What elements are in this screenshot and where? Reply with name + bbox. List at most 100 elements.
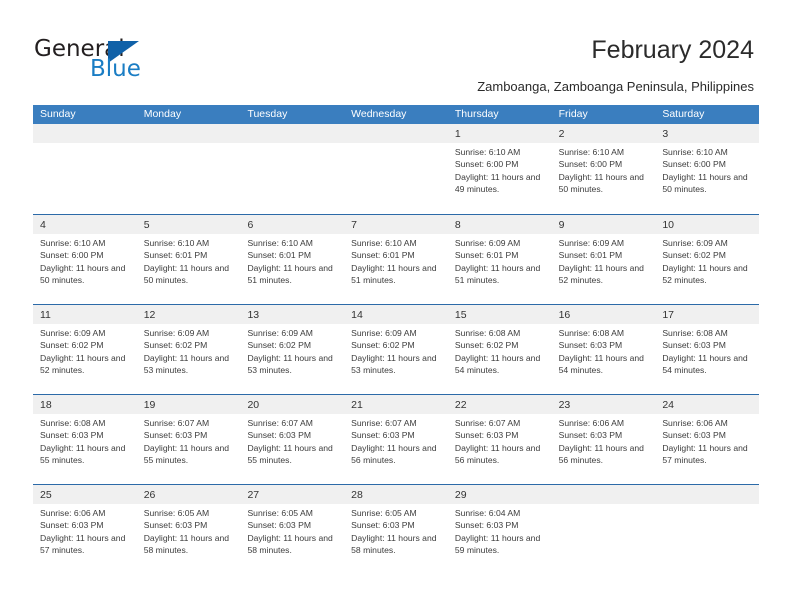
day-details: Sunrise: 6:10 AM Sunset: 6:01 PM Daylight:…: [351, 237, 444, 287]
daylight-text: Daylight: 11 hours and 58 minutes.: [351, 532, 437, 556]
day-details: Sunrise: 6:10 AM Sunset: 6:00 PM Daylight:…: [40, 237, 133, 287]
calendar-day-cell[interactable]: 17 Sunrise: 6:08 AM Sunset: 6:03 PM Dayligh…: [655, 305, 760, 394]
sunset-text: Sunset: 6:02 PM: [40, 340, 104, 351]
day-number: 1: [454, 128, 461, 140]
day-number-band: [551, 485, 656, 504]
day-number: 11: [40, 309, 51, 321]
day-number: 5: [143, 219, 150, 231]
sunrise-text: Sunrise: 6:10 AM: [247, 238, 313, 248]
day-number-band: [136, 124, 241, 143]
day-details: Sunrise: 6:09 AM Sunset: 6:02 PM Daylight:…: [247, 327, 340, 377]
daylight-text: Daylight: 11 hours and 58 minutes.: [247, 532, 333, 556]
daylight-text: Daylight: 11 hours and 55 minutes.: [143, 442, 230, 466]
sunset-text: Sunset: 6:00 PM: [454, 159, 519, 170]
day-details: Sunrise: 6:08 AM Sunset: 6:03 PM Daylight:…: [662, 327, 755, 377]
calendar-day-cell[interactable]: 9 Sunrise: 6:09 AM Sunset: 6:01 PM Daylight…: [551, 215, 656, 304]
day-details: Sunrise: 6:06 AM Sunset: 6:03 PM Daylight:…: [559, 417, 652, 467]
calendar-day-cell[interactable]: 6 Sunrise: 6:10 AM Sunset: 6:01 PM Daylight…: [240, 215, 345, 304]
sunset-text: Sunset: 6:03 PM: [662, 430, 726, 441]
sunrise-text: Sunrise: 6:07 AM: [247, 418, 313, 428]
calendar-day-cell[interactable]: 21 Sunrise: 6:07 AM Sunset: 6:03 PM Dayligh…: [344, 395, 448, 484]
calendar-day-cell[interactable]: 26 Sunrise: 6:05 AM Sunset: 6:03 PM Dayligh…: [136, 485, 241, 574]
calendar-day-cell[interactable]: 14 Sunrise: 6:09 AM Sunset: 6:02 PM Dayligh…: [344, 305, 448, 394]
daylight-text: Daylight: 11 hours and 54 minutes.: [454, 352, 541, 376]
calendar-week-row: 11 Sunrise: 6:09 AM Sunset: 6:02 PM Dayligh…: [33, 304, 760, 394]
calendar-day-cell[interactable]: 4 Sunrise: 6:10 AM Sunset: 6:00 PM Daylight…: [33, 215, 137, 304]
day-details: Sunrise: 6:07 AM Sunset: 6:03 PM Daylight:…: [144, 417, 237, 467]
sunset-text: Sunset: 6:03 PM: [143, 430, 208, 441]
sunset-text: Sunset: 6:01 PM: [558, 250, 623, 261]
day-details: Sunrise: 6:05 AM Sunset: 6:03 PM Daylight:…: [351, 507, 444, 557]
brand-logo[interactable]: General Blue: [34, 36, 214, 86]
calendar-day-cell[interactable]: 22 Sunrise: 6:07 AM Sunset: 6:03 PM Dayligh…: [447, 395, 552, 484]
day-details: Sunrise: 6:06 AM Sunset: 6:03 PM Daylight:…: [662, 417, 755, 467]
weekday-header-saturday: Saturday: [662, 108, 705, 120]
day-number: 9: [558, 219, 565, 231]
calendar-day-cell[interactable]: 7 Sunrise: 6:10 AM Sunset: 6:01 PM Daylight…: [344, 215, 448, 304]
calendar-day-cell[interactable]: 2 Sunrise: 6:10 AM Sunset: 6:00 PM Daylight…: [551, 124, 656, 214]
day-number: 10: [662, 219, 674, 231]
day-details: Sunrise: 6:06 AM Sunset: 6:03 PM Daylight:…: [40, 507, 133, 557]
calendar-day-cell[interactable]: 15 Sunrise: 6:08 AM Sunset: 6:02 PM Dayligh…: [447, 305, 552, 394]
calendar-day-cell[interactable]: 5 Sunrise: 6:10 AM Sunset: 6:01 PM Daylight…: [136, 215, 241, 304]
sunrise-text: Sunrise: 6:09 AM: [143, 328, 210, 338]
day-number: 19: [143, 399, 156, 411]
day-details: Sunrise: 6:07 AM Sunset: 6:03 PM Daylight:…: [247, 417, 340, 467]
calendar-day-cell[interactable]: 13 Sunrise: 6:09 AM Sunset: 6:02 PM Dayligh…: [240, 305, 345, 394]
calendar-day-cell[interactable]: 27 Sunrise: 6:05 AM Sunset: 6:03 PM Dayligh…: [240, 485, 345, 574]
calendar-grid: Sunday Monday Tuesday Wednesday Thursday Frid…: [33, 105, 760, 574]
day-number: 17: [662, 309, 674, 321]
daylight-text: Daylight: 11 hours and 59 minutes.: [454, 532, 541, 556]
day-number: 12: [143, 309, 156, 321]
daylight-text: Daylight: 11 hours and 50 minutes.: [40, 262, 126, 286]
day-details: Sunrise: 6:10 AM Sunset: 6:00 PM Daylight:…: [559, 146, 652, 196]
calendar-day-cell[interactable]: 10 Sunrise: 6:09 AM Sunset: 6:02 PM Dayligh…: [655, 215, 760, 304]
calendar-day-cell[interactable]: 8 Sunrise: 6:09 AM Sunset: 6:01 PM Daylight…: [447, 215, 552, 304]
daylight-text: Daylight: 11 hours and 57 minutes.: [662, 442, 748, 466]
calendar-day-cell[interactable]: 29 Sunrise: 6:04 AM Sunset: 6:03 PM Dayligh…: [447, 485, 552, 574]
calendar-day-cell[interactable]: 1 Sunrise: 6:10 AM Sunset: 6:00 PM Daylight…: [447, 124, 552, 214]
calendar-day-cell[interactable]: 3 Sunrise: 6:10 AM Sunset: 6:00 PM Daylight…: [655, 124, 760, 214]
calendar-week-row: 18 Sunrise: 6:08 AM Sunset: 6:03 PM Dayligh…: [33, 394, 760, 484]
day-number-band: [551, 215, 656, 234]
calendar-day-cell[interactable]: 19 Sunrise: 6:07 AM Sunset: 6:03 PM Dayligh…: [136, 395, 241, 484]
calendar-day-cell[interactable]: 12 Sunrise: 6:09 AM Sunset: 6:02 PM Dayligh…: [136, 305, 241, 394]
sunset-text: Sunset: 6:01 PM: [247, 250, 311, 261]
calendar-day-cell[interactable]: 11 Sunrise: 6:09 AM Sunset: 6:02 PM Dayligh…: [33, 305, 137, 394]
day-details: Sunrise: 6:04 AM Sunset: 6:03 PM Daylight:…: [455, 507, 548, 557]
day-number-band: [33, 215, 137, 234]
calendar-day-cell[interactable]: 25 Sunrise: 6:06 AM Sunset: 6:03 PM Dayligh…: [33, 485, 137, 574]
sunset-text: Sunset: 6:03 PM: [662, 340, 726, 351]
day-number: 8: [454, 219, 461, 231]
page-title: February 2024: [591, 36, 754, 64]
sunrise-text: Sunrise: 6:05 AM: [247, 508, 313, 518]
sunset-text: Sunset: 6:03 PM: [40, 430, 104, 441]
calendar-day-cell[interactable]: 28 Sunrise: 6:05 AM Sunset: 6:03 PM Dayligh…: [344, 485, 448, 574]
brand-name-blue: Blue: [90, 56, 141, 82]
day-details: Sunrise: 6:07 AM Sunset: 6:03 PM Daylight:…: [455, 417, 548, 467]
calendar-day-cell[interactable]: 20 Sunrise: 6:07 AM Sunset: 6:03 PM Dayligh…: [240, 395, 345, 484]
sunrise-text: Sunrise: 6:10 AM: [662, 147, 728, 157]
calendar-day-cell[interactable]: 18 Sunrise: 6:08 AM Sunset: 6:03 PM Dayligh…: [33, 395, 137, 484]
weekday-header-row: Sunday Monday Tuesday Wednesday Thursday Frid…: [33, 105, 759, 124]
calendar-day-cell-empty: [551, 485, 656, 574]
calendar-day-cell[interactable]: 16 Sunrise: 6:08 AM Sunset: 6:03 PM Dayligh…: [551, 305, 656, 394]
sunset-text: Sunset: 6:03 PM: [454, 520, 519, 531]
sunset-text: Sunset: 6:03 PM: [454, 430, 519, 441]
sunrise-text: Sunrise: 6:09 AM: [454, 238, 521, 248]
daylight-text: Daylight: 11 hours and 49 minutes.: [454, 171, 541, 195]
daylight-text: Daylight: 11 hours and 56 minutes.: [454, 442, 541, 466]
day-details: Sunrise: 6:10 AM Sunset: 6:00 PM Daylight:…: [662, 146, 755, 196]
day-details: Sunrise: 6:09 AM Sunset: 6:02 PM Daylight:…: [351, 327, 444, 377]
calendar-week-row: 1 Sunrise: 6:10 AM Sunset: 6:00 PM Daylight…: [33, 124, 760, 214]
page-header: General Blue February 2024 Zamboanga, Za…: [0, 0, 792, 100]
sunset-text: Sunset: 6:01 PM: [351, 250, 415, 261]
sunrise-text: Sunrise: 6:09 AM: [662, 238, 728, 248]
sunrise-text: Sunrise: 6:09 AM: [40, 328, 106, 338]
day-number: 3: [662, 128, 669, 140]
calendar-day-cell[interactable]: 23 Sunrise: 6:06 AM Sunset: 6:03 PM Dayligh…: [551, 395, 656, 484]
daylight-text: Daylight: 11 hours and 55 minutes.: [247, 442, 333, 466]
daylight-text: Daylight: 11 hours and 57 minutes.: [40, 532, 126, 556]
sunrise-text: Sunrise: 6:06 AM: [662, 418, 728, 428]
calendar-day-cell[interactable]: 24 Sunrise: 6:06 AM Sunset: 6:03 PM Dayligh…: [655, 395, 760, 484]
